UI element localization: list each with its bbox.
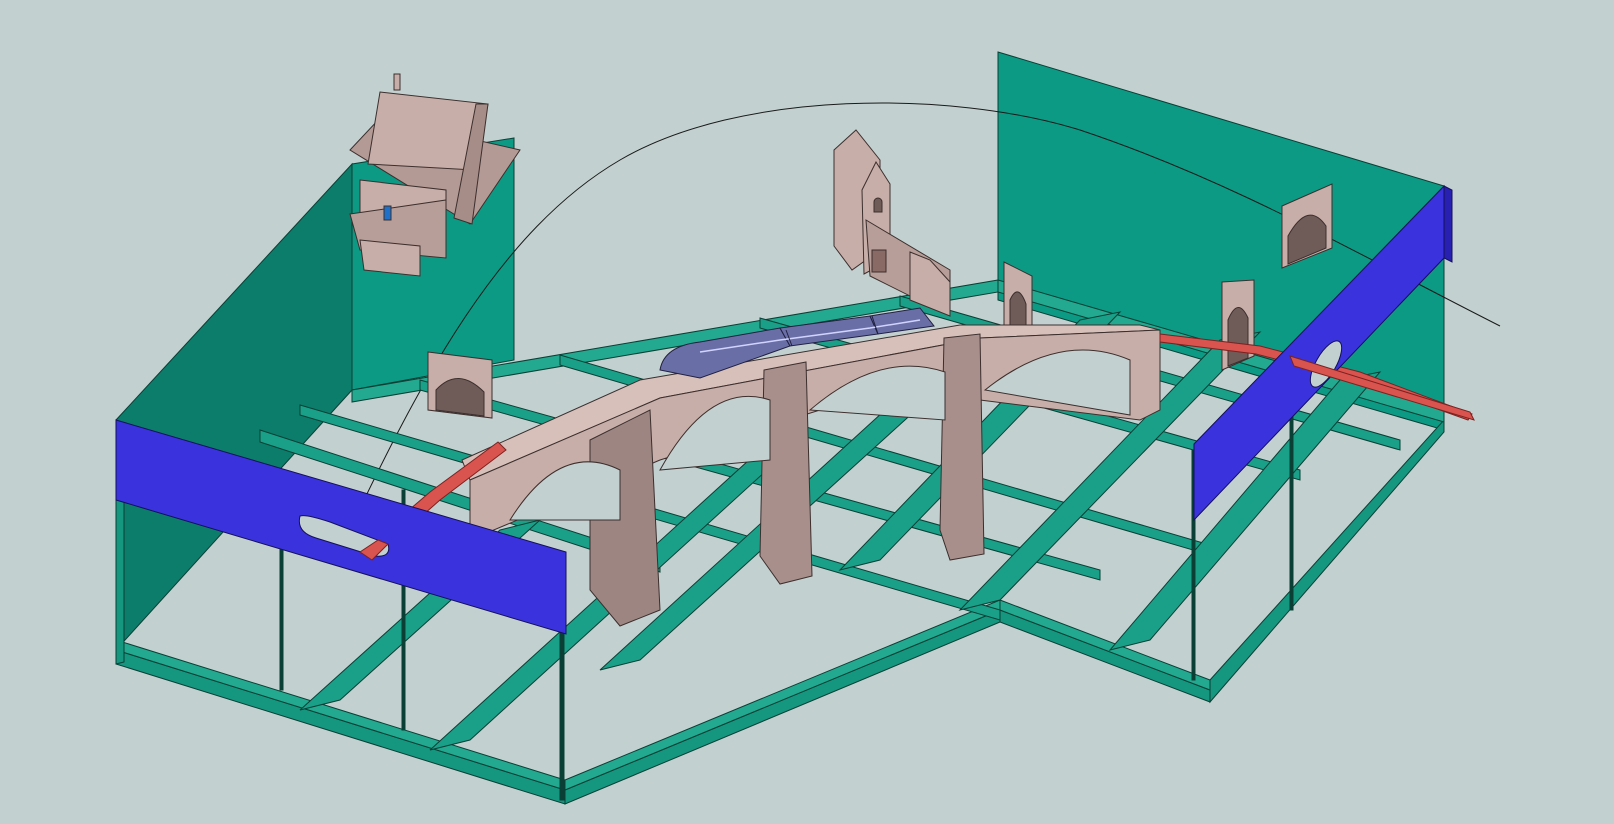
church-building[interactable]: [833, 129, 951, 317]
tunnel-portal-right-low[interactable]: [1221, 279, 1255, 371]
tunnel-portal-left[interactable]: [427, 351, 493, 419]
scene-canvas[interactable]: [0, 0, 1614, 824]
stone-viaduct[interactable]: [461, 324, 1161, 627]
3d-model-viewport[interactable]: [0, 0, 1614, 824]
